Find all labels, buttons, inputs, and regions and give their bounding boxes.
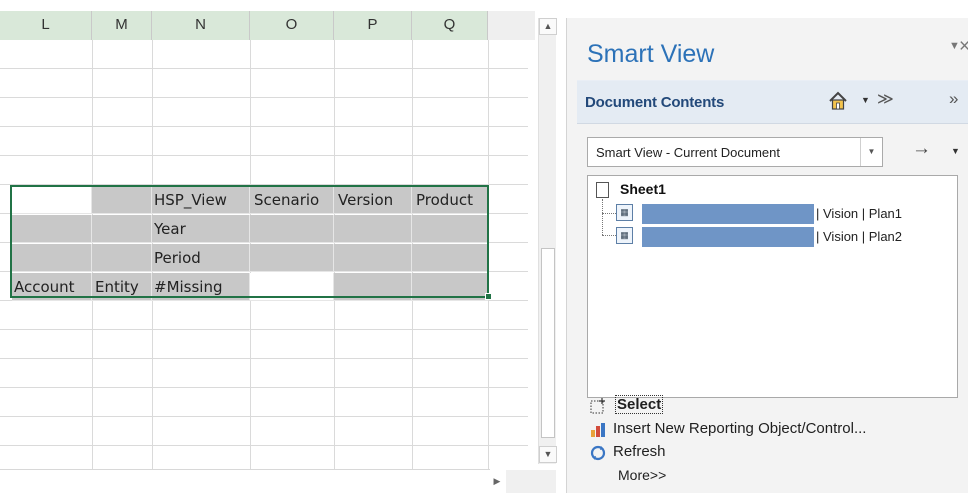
column-header-l[interactable]: L [0,11,92,40]
refresh-icon [590,445,606,461]
insert-reporting-object-action[interactable]: Insert New Reporting Object/Control... [613,420,866,437]
column-header-blank [488,11,535,40]
dropdown-arrow-icon[interactable]: ▼ [951,146,960,156]
column-header-m[interactable]: M [92,11,152,40]
sheet-icon [596,182,609,198]
grid-object-icon: ▦ [616,227,633,244]
scroll-right-icon[interactable]: ▶ [490,473,504,490]
dropdown-arrow-icon[interactable]: ▼ [861,95,870,105]
select-action[interactable]: Select [615,395,664,414]
tree-item-highlight[interactable] [642,204,814,224]
panel-title: Smart View [587,40,715,68]
double-chevron-down-icon[interactable]: ≫ [877,89,894,109]
close-icon[interactable]: × [959,36,968,58]
selection-range [10,185,489,298]
tree-connector [602,213,616,214]
scroll-corner [506,470,556,493]
refresh-action[interactable]: Refresh [613,443,666,460]
arrow-right-icon[interactable]: → [912,138,931,160]
section-header: Document Contents ▼ ≫ » [577,80,968,124]
source-selector-value: Smart View - Current Document [596,145,780,160]
tree-connector [602,199,603,235]
tree-item-label[interactable]: | Vision | Plan2 [816,229,902,244]
column-header-q[interactable]: Q [412,11,488,40]
fill-handle[interactable] [485,293,492,300]
top-gap [0,0,535,11]
insert-report-icon [591,423,605,437]
scroll-up-icon[interactable]: ▲ [539,18,557,35]
column-header-o[interactable]: O [250,11,334,40]
column-header-n[interactable]: N [152,11,250,40]
select-label: Select [615,395,664,414]
more-action[interactable]: More>> [618,467,666,483]
horizontal-scrollbar[interactable] [0,469,490,491]
column-header-p[interactable]: P [334,11,412,40]
chevron-down-icon[interactable]: ▼ [860,138,882,166]
document-tree[interactable]: Sheet1 ▦ | Vision | Plan1 ▦ | Vision | P… [587,175,958,398]
tree-item-highlight[interactable] [642,227,814,247]
smart-view-panel: Smart View ▼ × Document Contents ▼ ≫ » S… [567,18,968,493]
vertical-scrollbar[interactable]: ▲ ▼ [538,18,557,464]
home-icon[interactable] [827,90,849,112]
source-selector[interactable]: Smart View - Current Document ▼ [587,137,883,167]
section-title: Document Contents [585,94,725,111]
spreadsheet-area: L M N O P Q HSP_View Scenario Version Pr… [0,0,535,493]
grid-object-icon: ▦ [616,204,633,221]
tree-item-label[interactable]: | Vision | Plan1 [816,206,902,221]
column-headers: L M N O P Q [0,11,535,40]
double-chevron-right-icon[interactable]: » [949,89,958,109]
scroll-down-icon[interactable]: ▼ [539,446,557,463]
scrollbar-thumb[interactable] [541,248,555,438]
tree-root[interactable]: Sheet1 [620,181,666,197]
select-icon [590,398,605,414]
tree-connector [602,235,616,236]
cell-grid[interactable]: HSP_View Scenario Version Product Year P… [0,40,528,470]
